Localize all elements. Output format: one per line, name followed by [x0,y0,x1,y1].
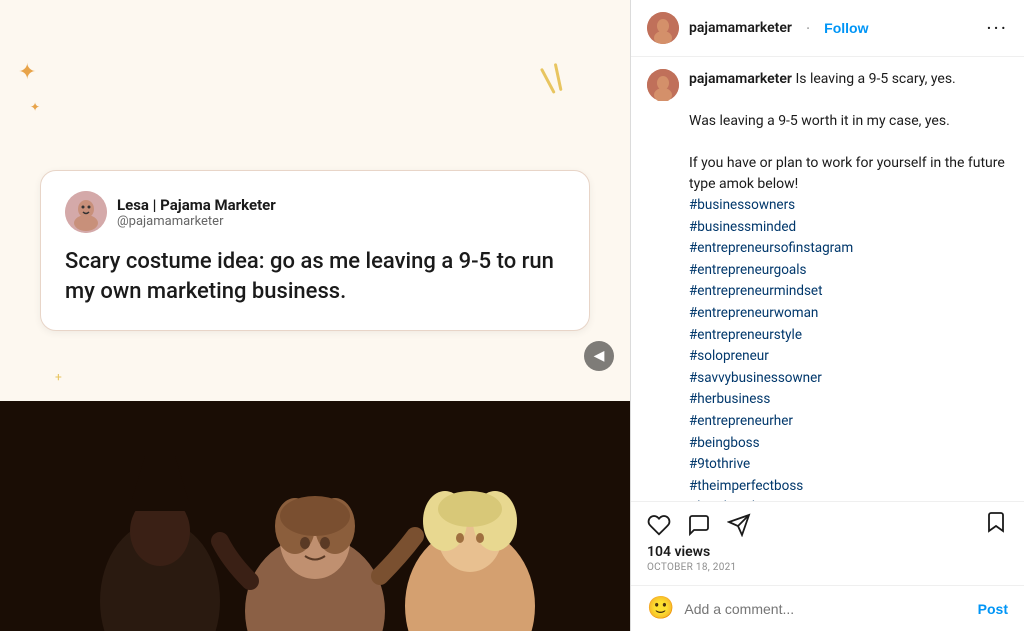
hashtag: #herbusiness [689,389,1008,411]
caption-avatar [647,69,679,101]
back-button[interactable]: ◀ [584,341,614,371]
add-comment-bar: 🙂 Post [631,585,1024,631]
caption-line1: Is leaving a 9-5 scary, yes. [795,71,955,87]
profile-avatar [647,12,679,44]
caption-text: pajamamarketer Is leaving a 9-5 scary, y… [689,69,1008,501]
like-button[interactable] [647,513,671,537]
hashtag-container: #businessowners#businessminded#entrepren… [689,195,1008,501]
tweet-name: Lesa | Pajama Marketer [117,196,276,214]
hashtag: #entrepreneurstyle [689,325,1008,347]
caption-line3: If you have or plan to work for yourself… [689,155,1005,192]
emoji-button[interactable]: 🙂 [647,596,674,621]
tweet-user-info: Lesa | Pajama Marketer @pajamamarketer [117,196,276,229]
hashtag: #beingboss [689,433,1008,455]
tweet-avatar [65,191,107,233]
hashtag: #entrepreneurgoals [689,260,1008,282]
tweet-card: Lesa | Pajama Marketer @pajamamarketer S… [40,170,590,331]
caption-line2: Was leaving a 9-5 worth it in my case, y… [689,113,950,129]
tweet-handle: @pajamamarketer [117,214,276,229]
comment-input[interactable] [684,601,967,617]
share-button[interactable] [727,513,751,537]
deco-star: + [55,370,62,384]
tweet-text: Scary costume idea: go as me leaving a 9… [65,247,565,306]
hashtag: #9tothrive [689,454,1008,476]
hashtag: #businessowners [689,195,1008,217]
caption-row: pajamamarketer Is leaving a 9-5 scary, y… [647,69,1008,501]
deco-lines [542,63,565,94]
deco-star: ✦ [18,60,36,85]
hashtag: #businessminded [689,217,1008,239]
caption-username: pajamamarketer [689,71,792,87]
hashtag: #savvybusinessowner [689,368,1008,390]
tweet-header: Lesa | Pajama Marketer @pajamamarketer [65,191,565,233]
follow-button[interactable]: Follow [824,20,868,36]
hashtag: #solopreneur [689,346,1008,368]
post-comment-button[interactable]: Post [978,601,1008,617]
header-dot: · [806,19,810,38]
actions-bar: 104 views OCTOBER 18, 2021 [631,501,1024,585]
hashtag: #entrepreneursofinstagram [689,238,1008,260]
post-image-panel: ✦ ✦ ✦ ✦ ✦ + Lesa | Pajama Marketer [0,0,630,631]
comment-button[interactable] [687,513,711,537]
right-panel: pajamamarketer · Follow ··· pajamamarket… [630,0,1024,631]
hashtag: #entrepreneurwoman [689,303,1008,325]
post-date: OCTOBER 18, 2021 [647,562,1008,581]
hashtag: #entrepreneurher [689,411,1008,433]
content-area: pajamamarketer Is leaving a 9-5 scary, y… [631,57,1024,501]
photo-area [0,401,630,631]
action-icons [647,510,1008,540]
hashtag: #theimperfectboss [689,476,1008,498]
deco-star: ✦ [30,100,40,114]
hashtag: #entrepreneurmindset [689,281,1008,303]
save-button[interactable] [984,510,1008,540]
post-header: pajamamarketer · Follow ··· [631,0,1024,57]
views-count: 104 views [647,540,1008,562]
header-username: pajamamarketer [689,20,792,36]
more-options-button[interactable]: ··· [986,18,1008,38]
